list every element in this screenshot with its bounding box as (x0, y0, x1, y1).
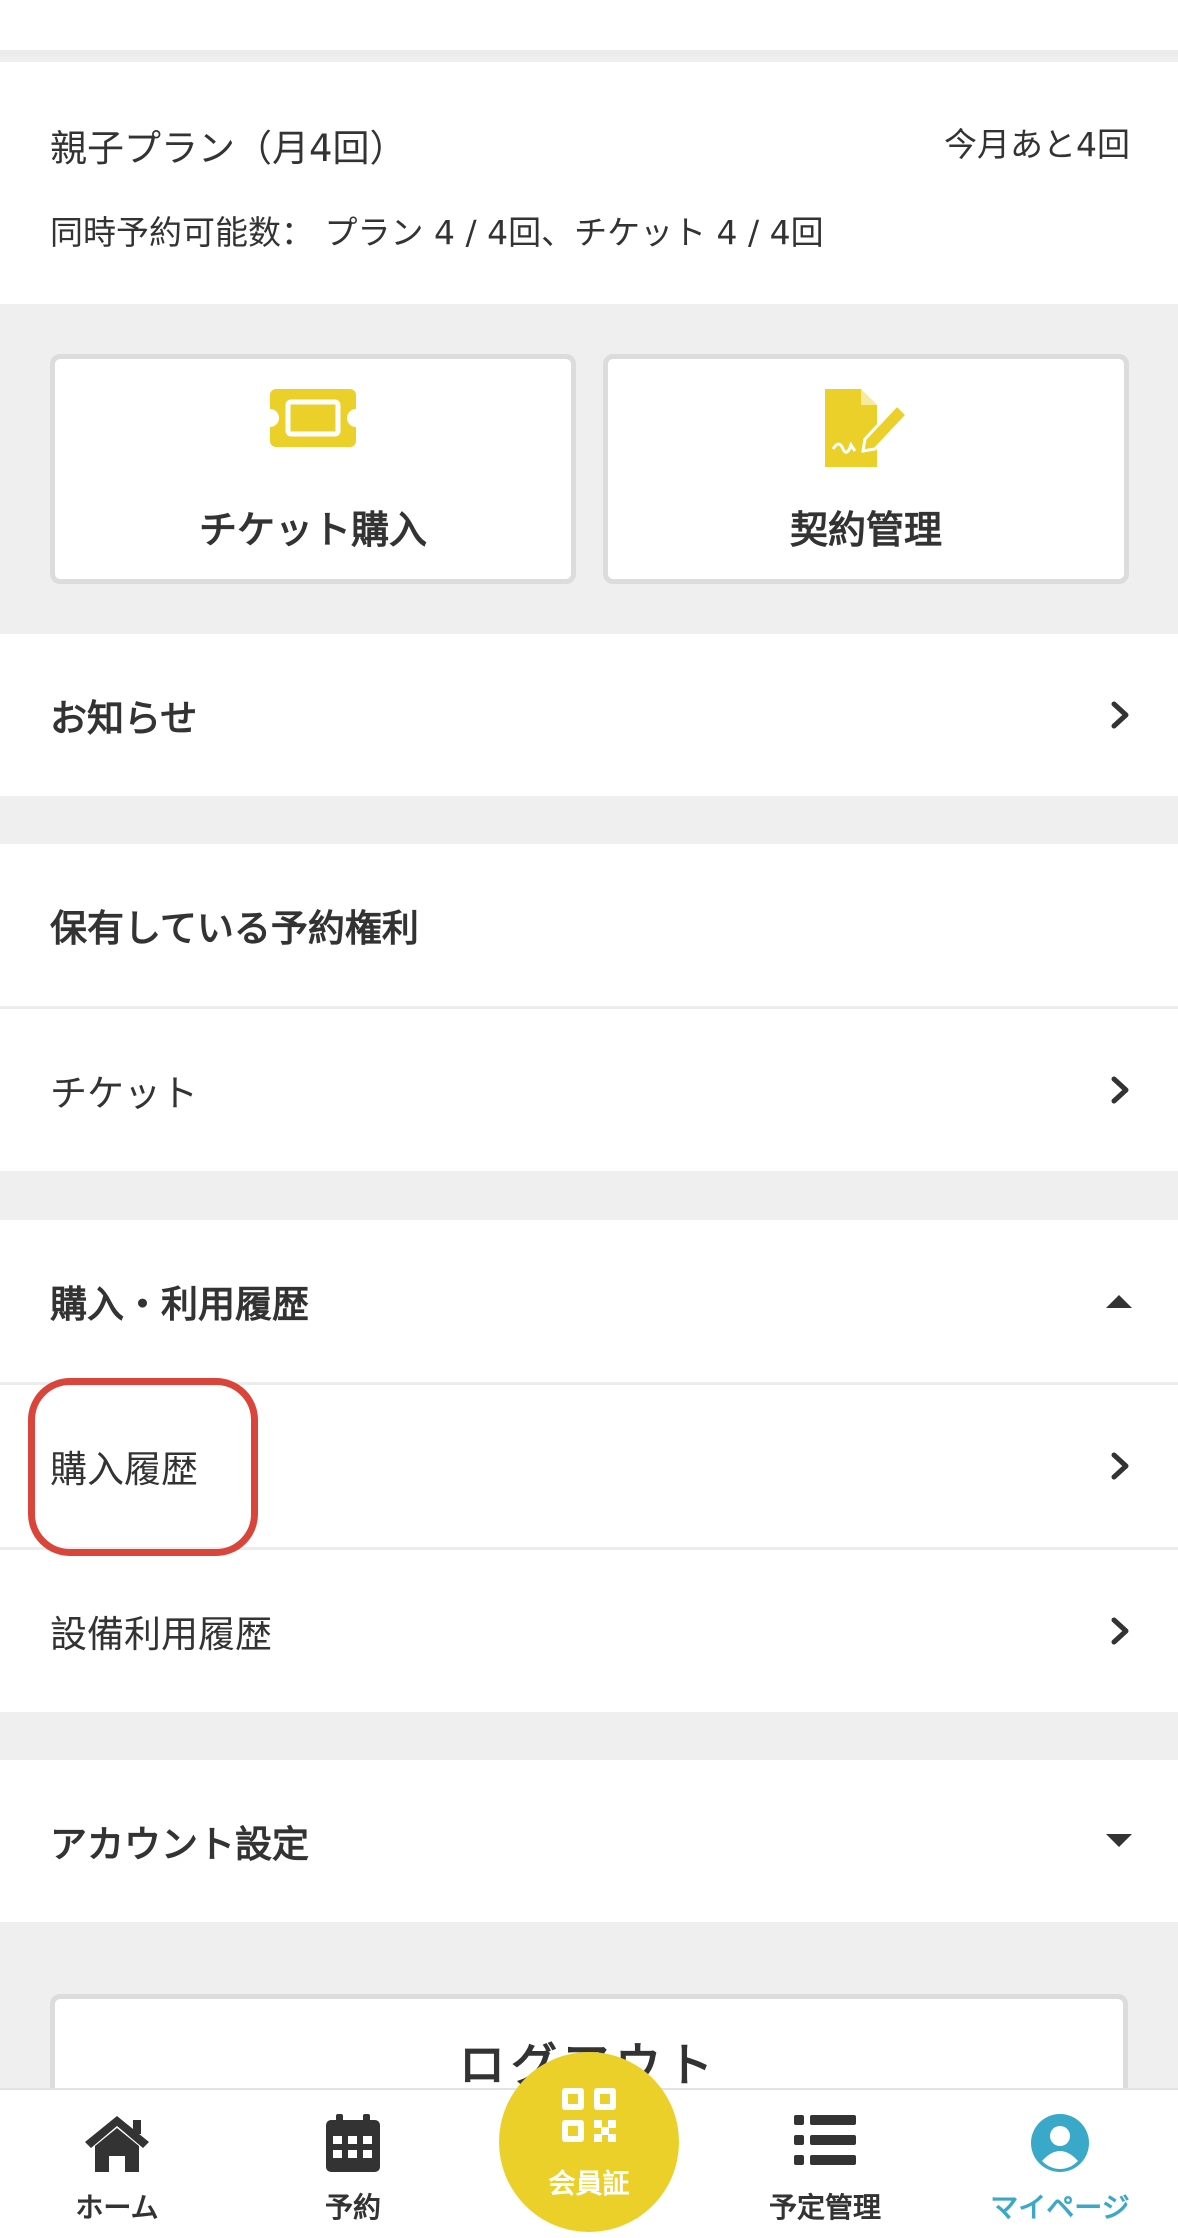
ticket-purchase-label: チケット購入 (198, 508, 427, 552)
history-section-title: 購入・利用履歴 (50, 1283, 309, 1326)
ticket-row[interactable]: チケット (0, 1009, 1178, 1171)
chevron-right-icon (1111, 701, 1129, 729)
quick-actions: チケット購入 契約管理 (0, 304, 1178, 634)
reservation-rights-title: 保有している予約権利 (50, 907, 419, 950)
tab-reservation-label: 予約 (324, 2191, 381, 2224)
user-icon (1031, 2114, 1089, 2172)
list-icon (794, 2115, 856, 2165)
purchase-history-row[interactable]: 購入履歴 (0, 1385, 1178, 1547)
account-settings-label: アカウント設定 (50, 1823, 309, 1866)
ticket-purchase-button[interactable]: チケット購入 (50, 354, 576, 584)
plan-remaining-count: 今月あと4回 (944, 125, 1130, 164)
caret-up-icon (1106, 1295, 1132, 1308)
reservation-rights-header: 保有している予約権利 (0, 844, 1178, 1006)
tab-home-label: ホーム (75, 2191, 159, 2224)
plan-card: 親子プラン（月4回） 今月あと4回 同時予約可能数： プラン 4 / 4回、チケ… (0, 62, 1178, 304)
tab-schedule-label: 予定管理 (768, 2191, 881, 2224)
purchase-history-label: 購入履歴 (50, 1448, 198, 1491)
tab-schedule[interactable]: 予定管理 (725, 2090, 925, 2238)
ticket-icon (270, 389, 356, 447)
ticket-label: チケット (50, 1072, 198, 1115)
member-card-label: 会員証 (548, 2169, 630, 2200)
qr-code-icon (562, 2088, 616, 2142)
notices-row[interactable]: お知らせ (0, 634, 1178, 796)
chevron-right-icon (1111, 1452, 1129, 1480)
plan-name: 親子プラン（月4回） (50, 127, 407, 170)
top-strip (0, 0, 1178, 56)
facility-usage-history-row[interactable]: 設備利用履歴 (0, 1550, 1178, 1712)
facility-usage-history-label: 設備利用履歴 (50, 1613, 272, 1656)
tab-home[interactable]: ホーム (17, 2090, 217, 2238)
caret-down-icon (1106, 1834, 1132, 1847)
member-card-button[interactable]: 会員証 (499, 2052, 679, 2232)
calendar-icon (326, 2114, 380, 2172)
notices-label: お知らせ (50, 697, 198, 740)
history-section-header[interactable]: 購入・利用履歴 (0, 1220, 1178, 1382)
tab-mypage-label: マイページ (990, 2191, 1130, 2224)
chevron-right-icon (1111, 1076, 1129, 1104)
contract-edit-icon (825, 389, 910, 467)
chevron-right-icon (1111, 1617, 1129, 1645)
tab-mypage[interactable]: マイページ (960, 2090, 1160, 2238)
contract-management-button[interactable]: 契約管理 (603, 354, 1129, 584)
home-icon (85, 2116, 149, 2172)
concurrent-reservation-count: 同時予約可能数： プラン 4 / 4回、チケット 4 / 4回 (50, 213, 824, 252)
contract-management-label: 契約管理 (789, 508, 942, 552)
tab-reservation[interactable]: 予約 (253, 2090, 453, 2238)
account-settings-row[interactable]: アカウント設定 (0, 1760, 1178, 1922)
